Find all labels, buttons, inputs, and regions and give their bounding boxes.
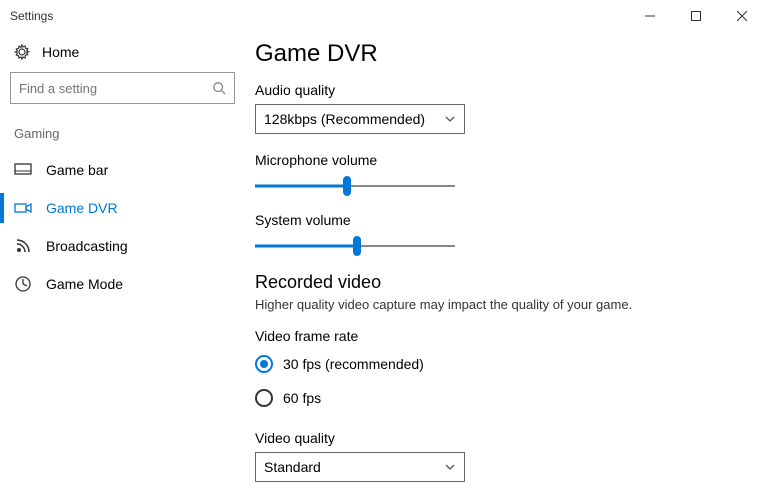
sidebar-category: Gaming	[10, 126, 235, 141]
radio-label: 30 fps (recommended)	[283, 356, 424, 372]
minimize-icon	[645, 11, 655, 21]
video-quality-label: Video quality	[255, 430, 735, 446]
search-input[interactable]	[19, 81, 204, 96]
frame-rate-option-30[interactable]: 30 fps (recommended)	[255, 350, 735, 378]
sidebar-item-game-mode[interactable]: Game Mode	[10, 265, 235, 303]
maximize-icon	[691, 11, 701, 21]
search-icon	[212, 81, 226, 95]
sidebar-item-game-dvr[interactable]: Game DVR	[10, 189, 235, 227]
close-button[interactable]	[719, 0, 765, 32]
gamemode-icon	[14, 275, 32, 293]
dvr-icon	[14, 199, 32, 217]
maximize-button[interactable]	[673, 0, 719, 32]
chevron-down-icon	[444, 461, 456, 473]
minimize-button[interactable]	[627, 0, 673, 32]
radio-icon	[255, 355, 273, 373]
frame-rate-option-60[interactable]: 60 fps	[255, 384, 735, 412]
search-input-container[interactable]	[10, 72, 235, 104]
close-icon	[737, 11, 747, 21]
frame-rate-label: Video frame rate	[255, 328, 735, 344]
audio-quality-label: Audio quality	[255, 82, 735, 98]
sidebar-nav: Game bar Game DVR Broadcasting Game Mode	[10, 151, 235, 303]
sidebar-item-label: Game DVR	[46, 200, 118, 216]
sidebar-item-game-bar[interactable]: Game bar	[10, 151, 235, 189]
mic-volume-slider[interactable]	[255, 174, 455, 198]
recorded-video-desc: Higher quality video capture may impact …	[255, 297, 735, 312]
gear-icon	[14, 44, 30, 60]
broadcast-icon	[14, 237, 32, 255]
sidebar-item-broadcasting[interactable]: Broadcasting	[10, 227, 235, 265]
sidebar: Home Gaming Game bar Game DVR	[0, 32, 245, 500]
main-panel: Game DVR Audio quality 128kbps (Recommen…	[245, 32, 765, 500]
page-title: Game DVR	[255, 40, 735, 68]
audio-quality-dropdown[interactable]: 128kbps (Recommended)	[255, 104, 465, 134]
window-title: Settings	[10, 9, 53, 23]
window-controls	[627, 0, 765, 32]
sidebar-item-label: Game bar	[46, 162, 108, 178]
video-quality-dropdown[interactable]: Standard	[255, 452, 465, 482]
radio-icon	[255, 389, 273, 407]
audio-quality-value: 128kbps (Recommended)	[264, 111, 425, 127]
sys-volume-label: System volume	[255, 212, 735, 228]
home-button[interactable]: Home	[10, 38, 235, 72]
titlebar: Settings	[0, 0, 765, 32]
chevron-down-icon	[444, 113, 456, 125]
sidebar-item-label: Game Mode	[46, 276, 123, 292]
recorded-video-heading: Recorded video	[255, 272, 735, 293]
radio-label: 60 fps	[283, 390, 321, 406]
sidebar-item-label: Broadcasting	[46, 238, 128, 254]
sys-volume-slider[interactable]	[255, 234, 455, 258]
mic-volume-label: Microphone volume	[255, 152, 735, 168]
home-label: Home	[42, 44, 79, 60]
video-quality-value: Standard	[264, 459, 321, 475]
gamebar-icon	[14, 161, 32, 179]
